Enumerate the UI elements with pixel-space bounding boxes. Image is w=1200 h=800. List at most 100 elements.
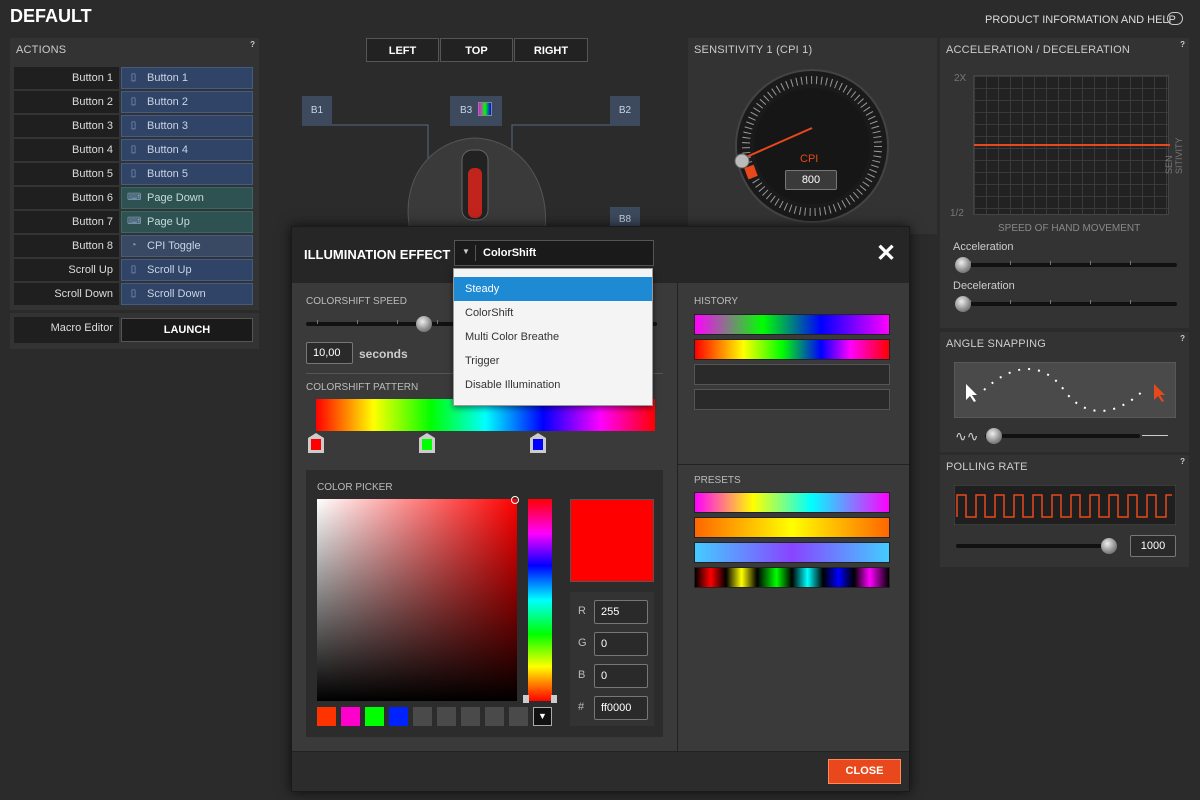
polling-slider[interactable] xyxy=(956,544,1111,548)
action-row: Scroll Up ▯ Scroll Up xyxy=(14,259,253,281)
action-row: Button 3 ▯ Button 3 xyxy=(14,115,253,137)
color-swatch[interactable] xyxy=(461,707,480,726)
action-assignment[interactable]: ▯ Button 2 xyxy=(121,91,253,113)
effect-option-disable-illumination[interactable]: Disable Illumination xyxy=(454,373,652,397)
picker-cursor[interactable] xyxy=(511,496,519,504)
help-icon[interactable]: ? xyxy=(1180,457,1185,466)
preset-swatch[interactable] xyxy=(694,492,890,513)
section-divider xyxy=(678,464,909,465)
close-icon[interactable]: ✕ xyxy=(876,239,896,268)
color-swatch[interactable] xyxy=(341,707,360,726)
action-assignment[interactable]: ▯ Button 1 xyxy=(121,67,253,89)
color-swatch[interactable] xyxy=(509,707,528,726)
history-swatch[interactable] xyxy=(694,339,890,360)
hue-slider[interactable] xyxy=(528,499,552,701)
product-info-link[interactable]: PRODUCT INFORMATION AND HELP xyxy=(985,14,1176,26)
cpi-value[interactable]: 800 xyxy=(785,170,837,190)
slider-knob[interactable] xyxy=(416,316,432,332)
effect-dropdown-menu: Steady ColorShift Multi Color Breathe Tr… xyxy=(453,268,653,406)
acceleration-graph[interactable] xyxy=(973,75,1170,215)
preset-swatch[interactable] xyxy=(694,517,890,538)
history-swatch[interactable] xyxy=(694,364,890,385)
preset-swatch[interactable] xyxy=(694,567,890,588)
color-swatch[interactable] xyxy=(485,707,504,726)
swatch-more-icon[interactable]: ▼ xyxy=(533,707,552,726)
hue-marker[interactable] xyxy=(523,695,557,703)
mouse-icon: ▯ xyxy=(130,120,137,131)
action-value: Page Down xyxy=(147,192,204,204)
help-icon[interactable]: ? xyxy=(1180,334,1185,343)
straight-line-icon xyxy=(1142,435,1168,436)
hex-input[interactable]: ff0000 xyxy=(594,696,648,720)
action-label: Button 3 xyxy=(14,115,119,137)
y-axis-label: SEN SITIVITY xyxy=(1164,137,1184,174)
seconds-label: seconds xyxy=(359,347,408,361)
color-swatch[interactable] xyxy=(389,707,408,726)
slider-knob[interactable] xyxy=(955,296,971,312)
action-assignment[interactable]: ◔ CPI Toggle xyxy=(121,235,253,257)
effect-option-colorshift[interactable]: ColorShift xyxy=(454,301,652,325)
action-assignment[interactable]: ▯ Button 4 xyxy=(121,139,253,161)
launch-button[interactable]: LAUNCH xyxy=(121,318,253,342)
swatch-row: ▼ xyxy=(317,707,557,726)
cpi-gauge[interactable] xyxy=(734,68,890,224)
tag-b1[interactable]: B1 xyxy=(302,96,332,126)
slider-knob[interactable] xyxy=(955,257,971,273)
action-row: Button 1 ▯ Button 1 xyxy=(14,67,253,89)
mouse-icon: ▯ xyxy=(130,144,137,155)
slider-ticks xyxy=(970,261,1170,265)
action-label: Scroll Up xyxy=(14,259,119,281)
action-label: Button 7 xyxy=(14,211,119,233)
slider-knob[interactable] xyxy=(1101,538,1117,554)
g-input[interactable]: 0 xyxy=(594,632,648,656)
tag-b3[interactable]: B3 xyxy=(450,96,502,126)
presets-label: PRESETS xyxy=(694,475,741,486)
y-top-label: 2x xyxy=(954,73,967,84)
acceleration-label: Acceleration xyxy=(953,241,1014,253)
b-input[interactable]: 0 xyxy=(594,664,648,688)
help-icon[interactable]: ? xyxy=(250,40,255,49)
help-icon[interactable]: ? xyxy=(1180,40,1185,49)
slider-ticks xyxy=(970,300,1170,304)
chat-help-icon[interactable] xyxy=(1167,12,1183,25)
pattern-stop-red[interactable] xyxy=(308,433,324,453)
action-row: Button 2 ▯ Button 2 xyxy=(14,91,253,113)
effect-dropdown[interactable]: ▼ ColorShift xyxy=(454,240,654,266)
history-swatch[interactable] xyxy=(694,389,890,410)
color-swatch[interactable] xyxy=(437,707,456,726)
color-swatch[interactable] xyxy=(365,707,384,726)
tag-b8[interactable]: B8 xyxy=(610,207,640,227)
effect-option-steady[interactable]: Steady xyxy=(454,277,652,301)
r-input[interactable]: 255 xyxy=(594,600,648,624)
saturation-field[interactable] xyxy=(317,499,517,701)
tab-right[interactable]: RIGHT xyxy=(514,38,588,62)
angle-snapping-title: ANGLE SNAPPING xyxy=(946,338,1046,350)
pattern-stop-green[interactable] xyxy=(419,433,435,453)
history-swatch[interactable] xyxy=(694,314,890,335)
rgb-fields: R 255 G 0 B 0 # ff0000 xyxy=(570,592,654,726)
close-button[interactable]: CLOSE xyxy=(828,759,901,784)
tab-left[interactable]: LEFT xyxy=(366,38,439,62)
action-assignment[interactable]: ▯ Button 3 xyxy=(121,115,253,137)
tag-b2[interactable]: B2 xyxy=(610,96,640,126)
action-value: Scroll Up xyxy=(147,264,192,276)
slider-knob[interactable] xyxy=(986,428,1002,444)
color-swatch[interactable] xyxy=(413,707,432,726)
speed-value[interactable]: 10,00 xyxy=(306,342,353,364)
angle-snapping-slider[interactable] xyxy=(985,434,1140,438)
effect-option-trigger[interactable]: Trigger xyxy=(454,349,652,373)
action-assignment[interactable]: ▯ Button 5 xyxy=(121,163,253,185)
polling-value[interactable]: 1000 xyxy=(1130,535,1176,557)
preset-swatch[interactable] xyxy=(694,542,890,563)
color-swatch[interactable] xyxy=(317,707,336,726)
column-divider xyxy=(677,283,678,751)
action-assignment[interactable]: ⌨ Page Up xyxy=(121,211,253,233)
action-assignment[interactable]: ⌨ Page Down xyxy=(121,187,253,209)
effect-option-multi-color-breathe[interactable]: Multi Color Breathe xyxy=(454,325,652,349)
mouse-icon: ▯ xyxy=(130,288,137,299)
pattern-stop-blue[interactable] xyxy=(530,433,546,453)
cpi-icon: ◔ xyxy=(130,240,137,251)
tab-top[interactable]: TOP xyxy=(440,38,513,62)
action-assignment[interactable]: ▯ Scroll Down xyxy=(121,283,253,305)
action-assignment[interactable]: ▯ Scroll Up xyxy=(121,259,253,281)
